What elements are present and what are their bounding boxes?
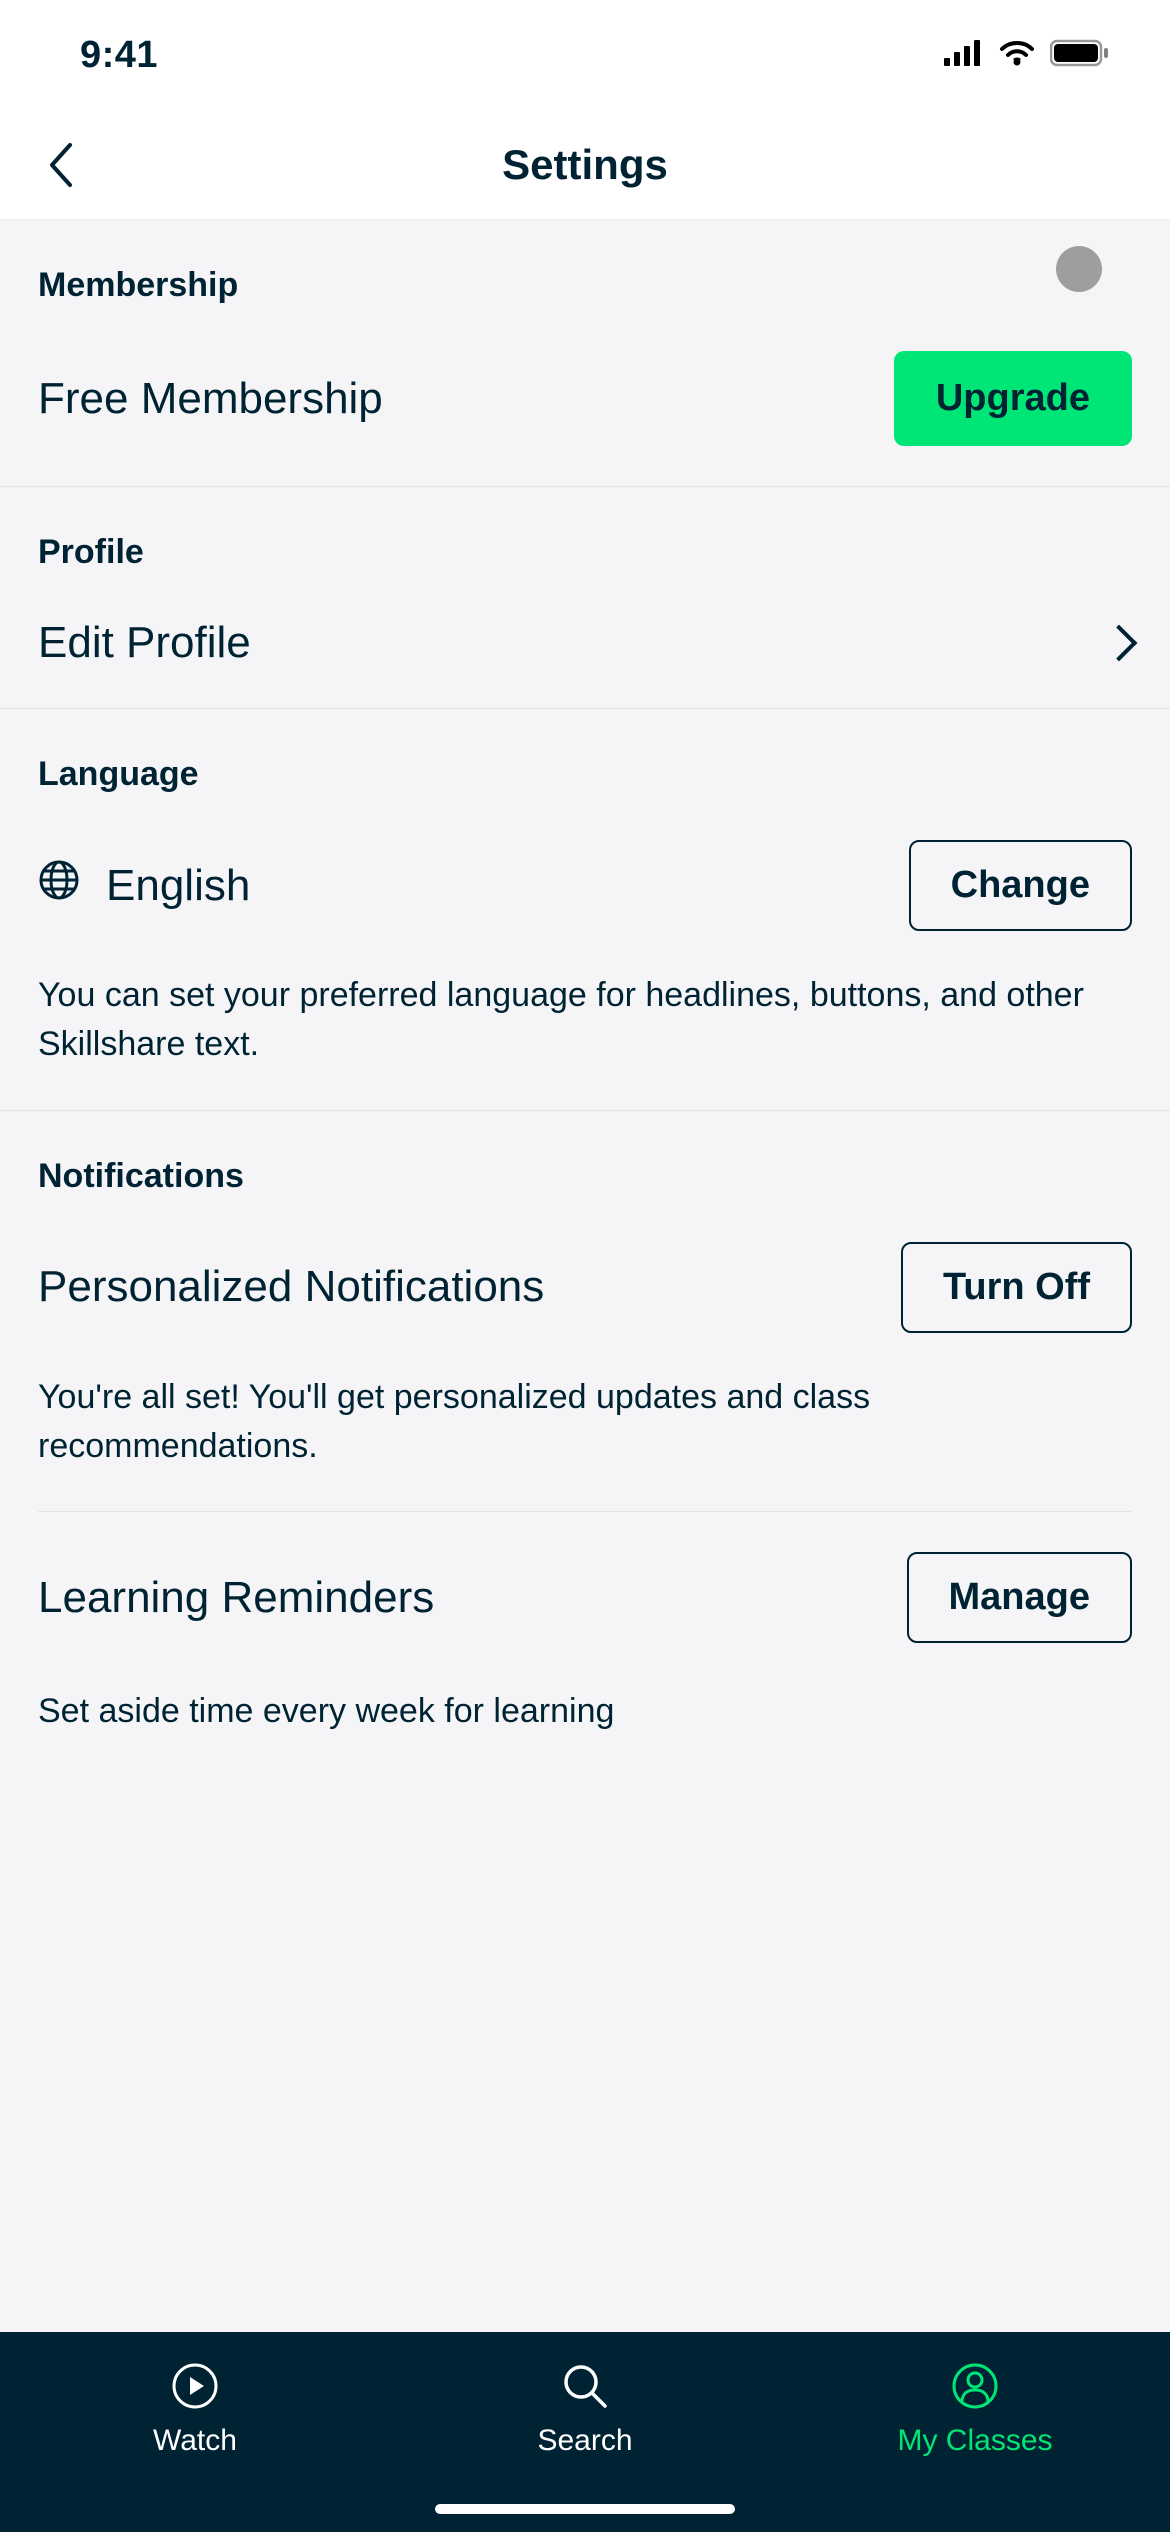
turn-off-button[interactable]: Turn Off xyxy=(901,1242,1132,1333)
section-language: Language English Change You can set your… xyxy=(0,709,1170,1111)
section-header-profile: Profile xyxy=(38,533,1132,572)
section-header-notifications: Notifications xyxy=(38,1157,1132,1196)
globe-icon xyxy=(38,859,80,912)
change-language-button[interactable]: Change xyxy=(909,840,1132,931)
status-time: 9:41 xyxy=(80,34,158,77)
tab-my-classes[interactable]: My Classes xyxy=(780,2332,1170,2532)
back-button[interactable] xyxy=(30,135,90,195)
tab-watch-label: Watch xyxy=(153,2424,237,2458)
language-description: You can set your preferred language for … xyxy=(38,971,1132,1070)
search-icon xyxy=(559,2360,611,2412)
manage-button[interactable]: Manage xyxy=(907,1552,1132,1643)
divider xyxy=(38,1511,1132,1512)
battery-icon xyxy=(1050,39,1110,72)
status-bar: 9:41 xyxy=(0,0,1170,110)
play-circle-icon xyxy=(169,2360,221,2412)
nav-header: Settings xyxy=(0,110,1170,220)
status-indicators xyxy=(944,39,1110,72)
personalized-description: You're all set! You'll get personalized … xyxy=(38,1373,1132,1472)
section-membership: Membership Free Membership Upgrade xyxy=(0,220,1170,487)
learning-reminders-label: Learning Reminders xyxy=(38,1573,434,1623)
tab-my-classes-label: My Classes xyxy=(897,2424,1052,2458)
section-notifications: Notifications Personalized Notifications… xyxy=(0,1111,1170,1777)
cellular-icon xyxy=(944,40,984,71)
reminders-description: Set aside time every week for learning xyxy=(38,1687,1132,1736)
tab-watch[interactable]: Watch xyxy=(0,2332,390,2532)
home-indicator[interactable] xyxy=(435,2504,735,2514)
upgrade-button[interactable]: Upgrade xyxy=(894,351,1132,446)
learning-reminders-row: Learning Reminders Manage xyxy=(38,1552,1132,1643)
section-header-language: Language xyxy=(38,755,1132,794)
tab-search-label: Search xyxy=(537,2424,632,2458)
indicator-dot xyxy=(1056,246,1102,292)
language-row: English Change xyxy=(38,840,1132,931)
tab-search[interactable]: Search xyxy=(390,2332,780,2532)
person-circle-icon xyxy=(949,2360,1001,2412)
personalized-notifications-row: Personalized Notifications Turn Off xyxy=(38,1242,1132,1333)
page-title: Settings xyxy=(0,141,1170,189)
membership-status: Free Membership xyxy=(38,374,383,424)
edit-profile-label: Edit Profile xyxy=(38,618,251,668)
chevron-left-icon xyxy=(46,141,74,189)
tab-bar: Watch Search My Classes xyxy=(0,2332,1170,2532)
edit-profile-row[interactable]: Edit Profile xyxy=(38,618,1132,668)
section-profile: Profile Edit Profile xyxy=(0,487,1170,709)
section-header-membership: Membership xyxy=(38,266,1132,305)
chevron-right-icon xyxy=(1101,625,1138,662)
content-scroll[interactable]: Membership Free Membership Upgrade Profi… xyxy=(0,220,1170,2332)
personalized-notifications-label: Personalized Notifications xyxy=(38,1262,544,1312)
language-current: English xyxy=(38,859,250,912)
wifi-icon xyxy=(998,39,1036,72)
membership-row: Free Membership Upgrade xyxy=(38,351,1132,446)
language-value: English xyxy=(106,861,250,911)
